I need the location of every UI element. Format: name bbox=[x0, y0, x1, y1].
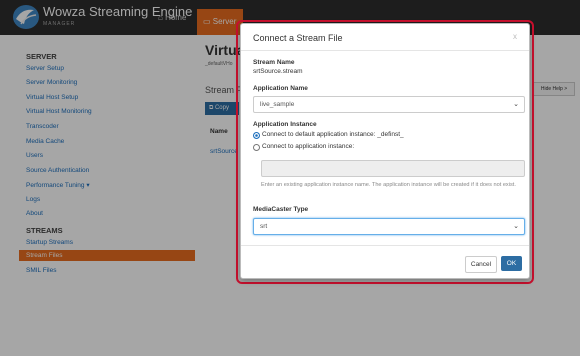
chevron-down-icon: ⌄ bbox=[513, 223, 519, 230]
connect-stream-dialog: Connect a Stream File x Stream Name srtS… bbox=[240, 23, 530, 279]
dialog-title: Connect a Stream File bbox=[253, 33, 343, 43]
chevron-down-icon: ⌄ bbox=[513, 101, 519, 108]
stream-name-value: srtSource.stream bbox=[253, 68, 303, 75]
mediacaster-type-label: MediaCaster Type bbox=[253, 206, 309, 213]
application-instance-input[interactable] bbox=[261, 160, 525, 177]
mediacaster-type-value: srt bbox=[260, 223, 268, 230]
mediacaster-type-select[interactable]: srt ⌄ bbox=[253, 218, 525, 235]
application-name-select[interactable]: live_sample ⌄ bbox=[253, 96, 525, 113]
dialog-footer-divider bbox=[241, 245, 529, 246]
application-instance-help-text: Enter an existing application instance n… bbox=[261, 182, 516, 188]
application-name-value: live_sample bbox=[260, 101, 295, 108]
close-icon[interactable]: x bbox=[513, 32, 517, 41]
stream-name-label: Stream Name bbox=[253, 59, 295, 66]
application-instance-label: Application Instance bbox=[253, 121, 317, 128]
application-name-label: Application Name bbox=[253, 85, 308, 92]
radio-default-instance-label[interactable]: Connect to default application instance:… bbox=[262, 131, 404, 138]
radio-custom-instance-label[interactable]: Connect to application instance: bbox=[262, 143, 354, 150]
dialog-header-divider bbox=[241, 50, 529, 51]
radio-default-instance[interactable] bbox=[253, 132, 260, 139]
radio-custom-instance[interactable] bbox=[253, 144, 260, 151]
cancel-button[interactable]: Cancel bbox=[465, 256, 497, 273]
ok-button[interactable]: OK bbox=[501, 256, 522, 271]
